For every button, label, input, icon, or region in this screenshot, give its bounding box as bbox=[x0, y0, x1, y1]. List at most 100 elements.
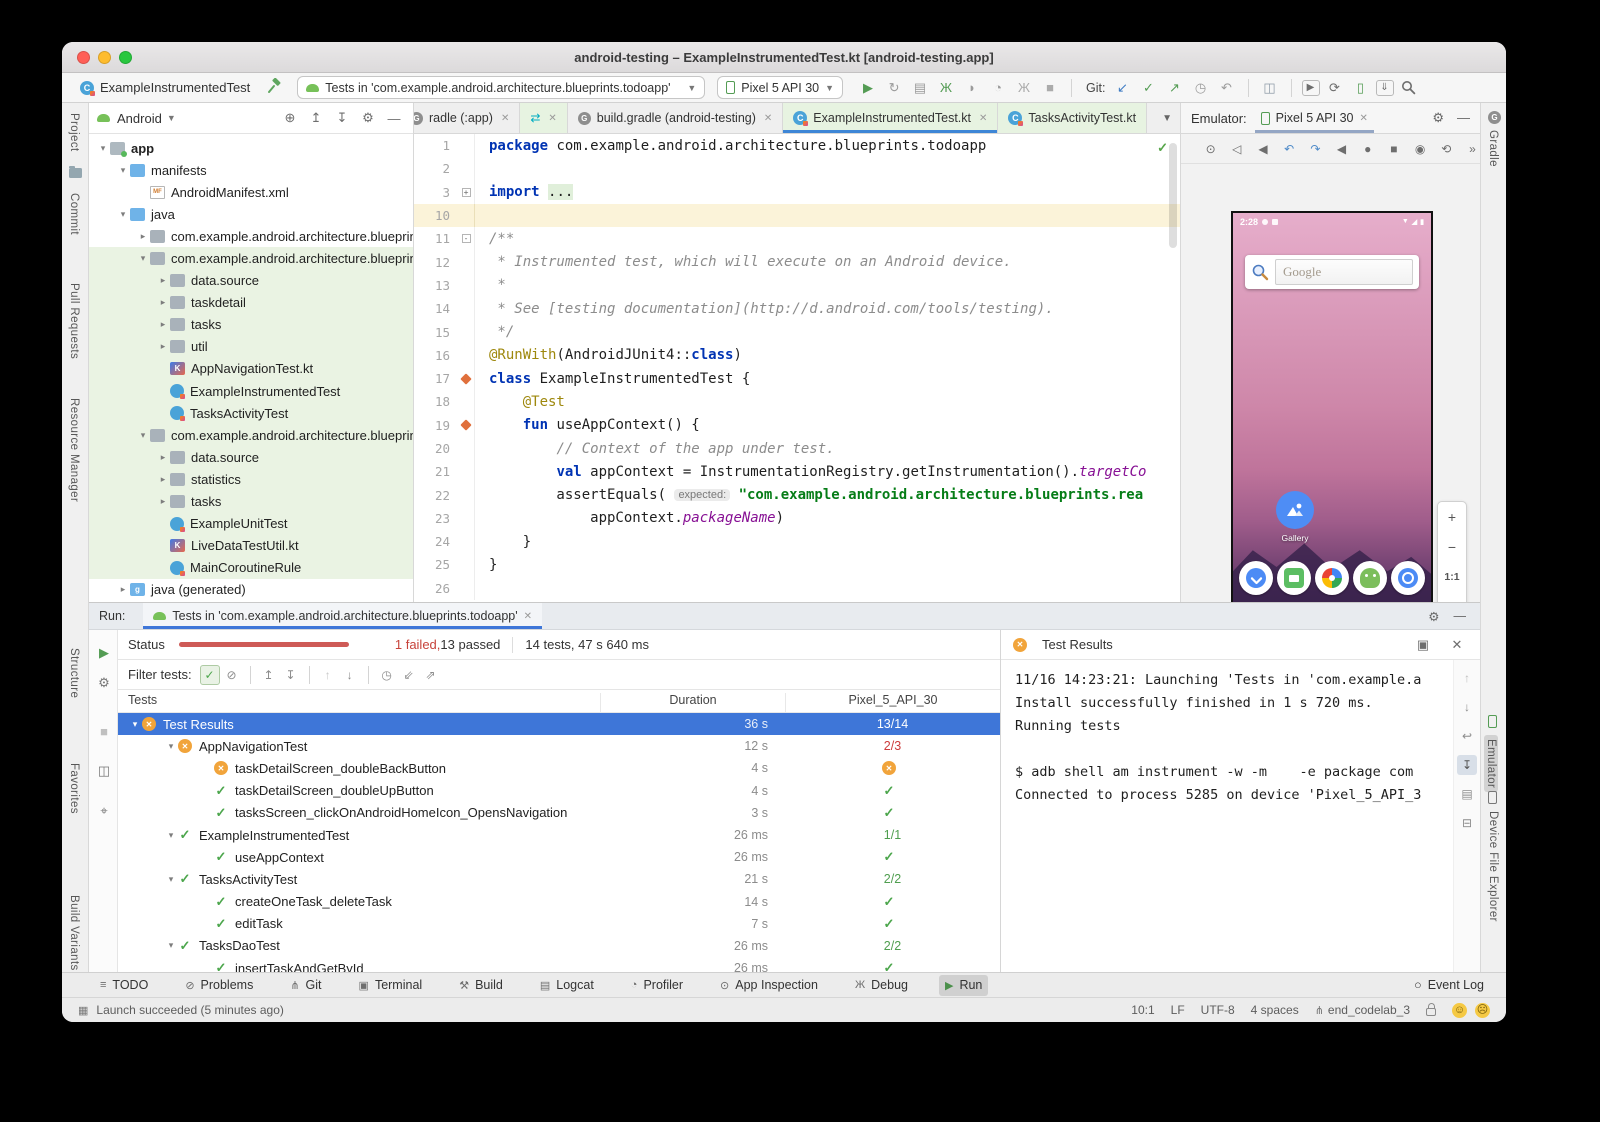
android-app-icon[interactable] bbox=[1353, 561, 1387, 595]
search-field[interactable]: Google bbox=[1275, 259, 1413, 285]
project-tree-item[interactable]: ▾java bbox=[89, 203, 413, 225]
tool-window-button-debug[interactable]: ЖDebug bbox=[849, 975, 914, 996]
tree-chevron-icon[interactable]: ▾ bbox=[164, 940, 178, 951]
hide-emulator-icon[interactable]: — bbox=[1457, 110, 1470, 126]
project-tree-item[interactable]: ▸gjava (generated) bbox=[89, 579, 413, 601]
zoom-in-button[interactable]: + bbox=[1438, 502, 1466, 532]
rotate-right-icon[interactable]: ↷ bbox=[1308, 141, 1323, 157]
rotate-left-icon[interactable]: ↶ bbox=[1282, 141, 1297, 157]
emulator-screen[interactable]: 2:28 ▼ ◢ ▮ Google bbox=[1233, 213, 1431, 641]
screenshot-icon[interactable]: ◉ bbox=[1413, 141, 1428, 157]
google-search-widget[interactable]: Google bbox=[1245, 255, 1419, 289]
tool-window-button-problems[interactable]: ⊘Problems bbox=[179, 975, 259, 996]
status-message[interactable]: Launch succeeded (5 minutes ago) bbox=[96, 1003, 283, 1017]
messages-app-icon[interactable] bbox=[1277, 561, 1311, 595]
expand-all-icon[interactable]: ↥ bbox=[305, 107, 327, 129]
hide-run-panel-icon[interactable]: — bbox=[1454, 609, 1467, 624]
test-row[interactable]: ✕taskDetailScreen_doubleBackButton4 s✕ bbox=[118, 757, 1000, 779]
run-icon[interactable]: ▶ bbox=[857, 77, 879, 99]
close-tab-icon[interactable]: ✕ bbox=[979, 113, 987, 124]
soft-wrap-icon[interactable]: ↩ bbox=[1457, 726, 1477, 746]
tree-chevron-icon[interactable]: ▸ bbox=[156, 275, 170, 286]
emulator-settings-icon[interactable]: ⚙ bbox=[1432, 110, 1444, 126]
tool-tab-project[interactable]: Project bbox=[68, 113, 80, 152]
tree-chevron-icon[interactable]: ▾ bbox=[116, 209, 130, 220]
snapshots-icon[interactable]: ⟲ bbox=[1439, 141, 1454, 157]
tree-chevron-icon[interactable]: ▸ bbox=[116, 584, 130, 595]
tree-chevron-icon[interactable]: ▸ bbox=[156, 297, 170, 308]
tool-tab-commit[interactable]: Commit bbox=[68, 193, 80, 235]
code-line[interactable]: 13 * bbox=[414, 274, 1180, 297]
settings-icon[interactable]: ⚙ bbox=[357, 107, 379, 129]
tool-tab-pull-requests[interactable]: Pull Requests bbox=[68, 283, 80, 359]
test-history-icon[interactable]: ◷ bbox=[377, 665, 397, 685]
tool-window-button-terminal[interactable]: ▣Terminal bbox=[353, 975, 429, 996]
tree-chevron-icon[interactable]: ▸ bbox=[156, 319, 170, 330]
clear-all-icon[interactable]: ⊟ bbox=[1457, 813, 1477, 833]
project-tree-item[interactable]: ▸util bbox=[89, 336, 413, 358]
project-tree-item[interactable]: ▾com.example.android.architecture.bluepr… bbox=[89, 424, 413, 446]
code-line[interactable]: 18 @Test bbox=[414, 390, 1180, 413]
project-structure-icon[interactable]: ◫ bbox=[1259, 77, 1281, 99]
tree-chevron-icon[interactable]: ▾ bbox=[128, 719, 142, 730]
export-results-icon[interactable]: ⇗ bbox=[421, 665, 441, 685]
run-with-coverage-icon[interactable]: ▤ bbox=[909, 77, 931, 99]
sdk-manager-icon[interactable]: ⇓ bbox=[1376, 80, 1394, 96]
code-line[interactable]: 25} bbox=[414, 553, 1180, 576]
import-results-icon[interactable]: ⇙ bbox=[399, 665, 419, 685]
test-row[interactable]: ✓useAppContext26 ms✓ bbox=[118, 846, 1000, 868]
test-row[interactable]: ▾✓TasksDaoTest26 ms2/2 bbox=[118, 935, 1000, 957]
scroll-to-end-icon[interactable]: ↧ bbox=[1457, 755, 1477, 775]
project-tree-item[interactable]: ▾app bbox=[89, 137, 413, 159]
caret-position[interactable]: 10:1 bbox=[1131, 1003, 1154, 1017]
git-push-icon[interactable]: ↗ bbox=[1164, 77, 1186, 99]
git-rollback-icon[interactable]: ↶ bbox=[1216, 77, 1238, 99]
code-line[interactable]: 10 bbox=[414, 204, 1180, 227]
run-settings-icon[interactable]: ⚙ bbox=[1428, 609, 1439, 624]
tree-chevron-icon[interactable]: ▾ bbox=[164, 830, 178, 841]
code-line[interactable]: 26 bbox=[414, 577, 1180, 600]
editor-tab-build-gradle-android-testing-[interactable]: Gbuild.gradle (android-testing)✕ bbox=[568, 103, 784, 133]
code-line[interactable]: 17class ExampleInstrumentedTest { bbox=[414, 367, 1180, 390]
feedback-happy-icon[interactable]: ☺ bbox=[1452, 1003, 1467, 1018]
build-hammer-icon[interactable] bbox=[266, 78, 283, 98]
search-everywhere-icon[interactable] bbox=[1398, 77, 1420, 99]
device-manager-icon[interactable]: ▯ bbox=[1350, 77, 1372, 99]
project-tree-item[interactable]: ▸tasks bbox=[89, 314, 413, 336]
breadcrumb[interactable]: C ExampleInstrumentedTest bbox=[80, 80, 250, 95]
zoom-window-button[interactable] bbox=[119, 51, 132, 64]
volume-up-icon[interactable]: ◀ bbox=[1255, 141, 1270, 157]
stop-icon[interactable]: ■ bbox=[1039, 77, 1061, 99]
indent-setting[interactable]: 4 spaces bbox=[1251, 1003, 1299, 1017]
device-select[interactable]: Pixel 5 API 30 ▼ bbox=[717, 76, 843, 99]
code-line[interactable]: 19 fun useAppContext() { bbox=[414, 414, 1180, 437]
tree-chevron-icon[interactable]: ▾ bbox=[96, 143, 110, 154]
test-row[interactable]: ▾✕AppNavigationTest12 s2/3 bbox=[118, 735, 1000, 757]
code-line[interactable]: 20 // Context of the app under test. bbox=[414, 437, 1180, 460]
tool-tab-emulator[interactable]: Emulator bbox=[1484, 735, 1498, 792]
code-line[interactable]: 3+import ... bbox=[414, 181, 1180, 204]
test-row[interactable]: ▾✕Test Results36 s13/14 bbox=[118, 713, 1000, 735]
tool-tab-build-variants[interactable]: Build Variants bbox=[68, 895, 80, 971]
tool-tab-favorites[interactable]: Favorites bbox=[68, 763, 80, 814]
code-line[interactable]: 15 */ bbox=[414, 320, 1180, 343]
code-line[interactable]: 1package com.example.android.architectur… bbox=[414, 134, 1180, 157]
tab-list-chevron-icon[interactable]: ▼ bbox=[1154, 113, 1180, 124]
project-tree-item[interactable]: TasksActivityTest bbox=[89, 402, 413, 424]
rerun-tests-icon[interactable]: ▶ bbox=[93, 642, 115, 664]
tree-chevron-icon[interactable]: ▾ bbox=[164, 741, 178, 752]
tool-window-button-profiler[interactable]: ◔Profiler bbox=[625, 975, 689, 996]
show-passed-icon[interactable]: ✓ bbox=[200, 665, 220, 685]
editor-scrollbar[interactable] bbox=[1169, 143, 1177, 248]
editor-tab-exampleinstrumentedtest-kt[interactable]: CExampleInstrumentedTest.kt✕ bbox=[783, 103, 998, 133]
git-update-icon[interactable]: ↙ bbox=[1112, 77, 1134, 99]
locate-file-icon[interactable]: ⊕ bbox=[279, 107, 301, 129]
gradle-sync-icon[interactable]: ⟳ bbox=[1324, 77, 1346, 99]
minimize-window-button[interactable] bbox=[98, 51, 111, 64]
tool-window-button-app-inspection[interactable]: ⊙App Inspection bbox=[714, 975, 824, 996]
editor-tab-icon[interactable]: ⇄✕ bbox=[520, 103, 567, 133]
print-icon[interactable]: ▤ bbox=[1457, 784, 1477, 804]
fold-marker-icon[interactable]: + bbox=[458, 188, 474, 197]
inspection-ok-icon[interactable]: ✓ bbox=[1157, 140, 1168, 156]
tree-chevron-icon[interactable]: ▸ bbox=[156, 496, 170, 507]
